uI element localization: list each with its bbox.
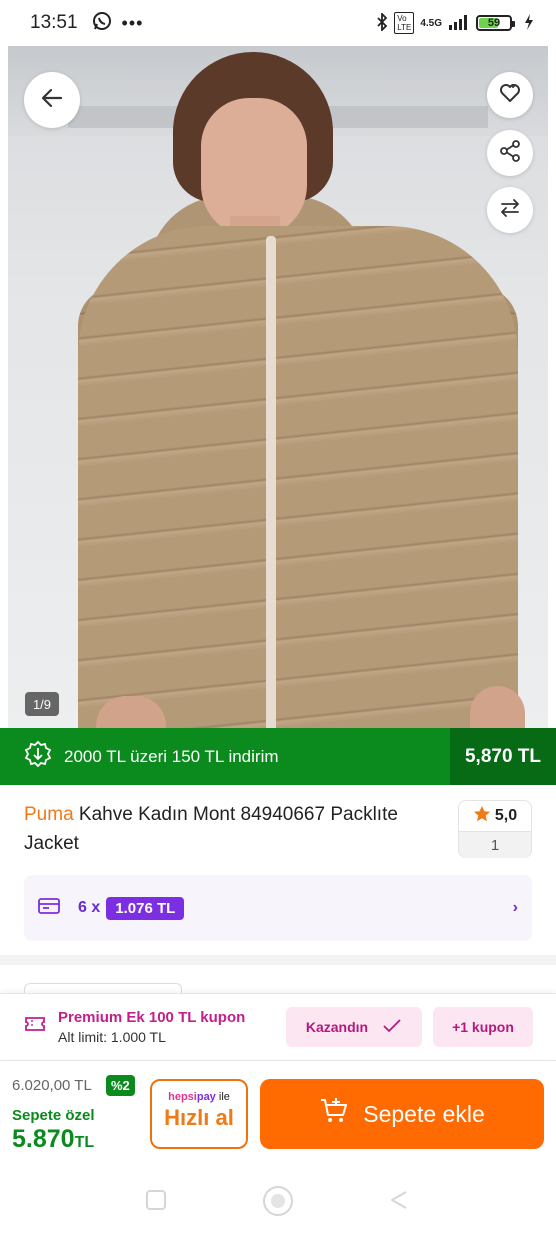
old-price: 6.020,00 TL [12, 1077, 92, 1094]
system-nav-bar [0, 1162, 556, 1235]
credit-card-icon [38, 897, 60, 920]
charging-icon [524, 13, 534, 33]
more-icon: ••• [121, 12, 144, 33]
battery-level: 59 [487, 17, 501, 29]
status-time: 13:51 [30, 12, 78, 33]
more-coupons-button[interactable]: +1 kupon [433, 1007, 533, 1047]
add-to-cart-button[interactable]: Sepete ekle [260, 1079, 544, 1149]
hepsipay-brand-1: hepsi [168, 1091, 197, 1103]
cart-add-icon [319, 1097, 349, 1131]
hepsipay-suffix: ile [215, 1091, 230, 1103]
star-icon [473, 805, 491, 828]
recents-icon[interactable] [146, 1190, 166, 1210]
arrow-left-icon [39, 85, 65, 116]
coupon-won-label: Kazandın [305, 1019, 369, 1035]
quick-buy-button[interactable]: hepsipay ile Hızlı al [150, 1079, 248, 1149]
product-name: Kahve Kadın Mont 84940667 Packlıte Jacke… [24, 804, 398, 854]
favorite-button[interactable] [487, 72, 533, 118]
installment-amount: 1.076 TL [106, 896, 185, 920]
cart-special-price: 5.870TL [12, 1125, 94, 1154]
discount-banner[interactable]: 2000 TL üzeri 150 TL indirim 5,870 TL [0, 728, 556, 785]
chevron-right-icon: › [512, 899, 518, 916]
share-icon [498, 139, 522, 168]
purchase-bar: 6.020,00 TL %2 Sepete özel 5.870TL hepsi… [0, 1060, 556, 1162]
hepsipay-brand-2: pay [196, 1091, 216, 1103]
hepsipay-logo: hepsipay ile [152, 1091, 246, 1103]
coupon-won-button[interactable]: Kazandın [286, 1007, 422, 1047]
discount-badge-icon [24, 740, 52, 773]
coupon-title: Premium Ek 100 TL kupon [58, 1008, 246, 1026]
heart-icon [498, 81, 522, 110]
product-image[interactable] [8, 46, 548, 728]
installment-count: 6 x [78, 899, 101, 916]
review-count: 1 [459, 831, 531, 858]
special-price-value: 5.870 [12, 1125, 75, 1153]
discount-price: 5,870 TL [450, 728, 556, 785]
discount-text: 2000 TL üzeri 150 TL indirim [64, 746, 279, 766]
coupon-bar: Premium Ek 100 TL kupon Alt limit: 1.000… [0, 993, 556, 1059]
rating-value: 5,0 [494, 807, 518, 824]
swap-icon [498, 196, 522, 225]
check-icon [382, 1018, 402, 1037]
compare-button[interactable] [487, 187, 533, 233]
image-counter: 1/9 [25, 692, 59, 716]
add-to-cart-label: Sepete ekle [363, 1100, 485, 1127]
home-icon[interactable] [263, 1186, 293, 1216]
share-button[interactable] [487, 130, 533, 176]
product-brand[interactable]: Puma [24, 804, 74, 825]
cart-special-label: Sepete özel [12, 1107, 95, 1124]
signal-icon [448, 14, 470, 33]
coupon-icon [24, 1015, 46, 1038]
whatsapp-icon [92, 11, 112, 36]
bluetooth-icon [376, 11, 388, 34]
quick-buy-label: Hızlı al [164, 1105, 234, 1130]
section-divider [0, 955, 556, 965]
product-title: Puma Kahve Kadın Mont 84940667 Packlıte … [24, 800, 444, 858]
network-type: 4.5G [420, 17, 442, 29]
status-bar: 13:51 ••• Vo LTE 4.5G 59 [0, 0, 556, 46]
volte-icon: Vo LTE [394, 12, 415, 34]
back-button[interactable] [24, 72, 80, 128]
discount-percent-badge: %2 [106, 1075, 135, 1096]
back-nav-icon[interactable] [388, 1188, 412, 1212]
rating-box[interactable]: 5,0 1 [458, 800, 532, 858]
battery-icon: 59 [476, 15, 515, 31]
installment-row[interactable]: 6 x 1.076 TL › [24, 875, 532, 941]
special-price-currency: TL [74, 1134, 95, 1151]
coupon-subtitle: Alt limit: 1.000 TL [58, 1028, 166, 1045]
